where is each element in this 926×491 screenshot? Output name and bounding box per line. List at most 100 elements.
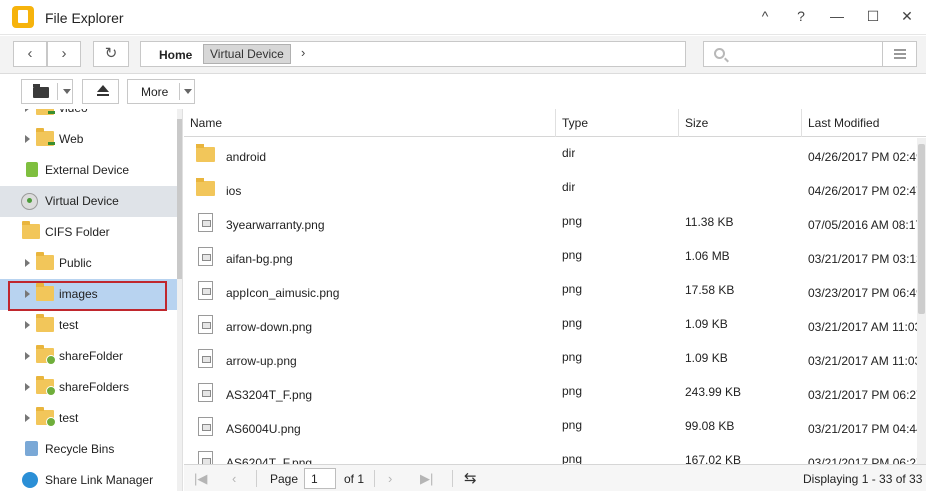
column-header-name[interactable]: Name	[184, 109, 556, 137]
table-row[interactable]: appIcon_aimusic.png png 17.58 KB 03/23/2017…	[184, 274, 926, 308]
column-header-type[interactable]: Type	[556, 109, 679, 137]
eject-button[interactable]	[82, 79, 119, 104]
sidebar-item-sharefolder[interactable]: shareFolder	[0, 341, 182, 372]
expand-arrow-icon[interactable]	[25, 290, 30, 298]
share-icon	[22, 472, 38, 488]
expand-arrow-icon[interactable]	[25, 321, 30, 329]
image-file-icon	[198, 315, 213, 334]
file-grid: Name Type Size Last Modified android dir 0…	[184, 109, 926, 491]
collapse-up-icon[interactable]: ^	[752, 5, 778, 27]
shared-folder-icon	[36, 345, 56, 365]
page-label: Page	[270, 472, 299, 486]
shared-folder-icon	[36, 407, 56, 427]
column-header-size[interactable]: Size	[679, 109, 802, 137]
sidebar-item-label: shareFolder	[59, 349, 124, 363]
folder-link-icon	[36, 128, 55, 146]
file-size-cell: 11.38 KB	[685, 215, 734, 229]
file-name-cell: ios	[226, 184, 242, 198]
more-button[interactable]: More	[127, 79, 195, 104]
chevron-down-icon[interactable]	[184, 89, 192, 94]
image-file-icon	[198, 247, 213, 266]
breadcrumb-next-icon[interactable]: ›	[301, 45, 305, 60]
file-modified-cell: 04/26/2017 PM 02:49	[808, 150, 923, 164]
file-name-cell: arrow-down.png	[226, 320, 313, 334]
image-file-icon	[198, 417, 213, 436]
file-name-cell: arrow-up.png	[226, 354, 297, 368]
breadcrumb-virtual-device[interactable]: Virtual Device	[203, 44, 291, 64]
file-type-cell: png	[562, 384, 583, 398]
sidebar-item-video[interactable]: video	[0, 109, 182, 124]
search-input[interactable]	[703, 41, 917, 67]
chevron-down-icon[interactable]	[63, 89, 71, 94]
page-number-input[interactable]	[304, 468, 336, 489]
file-type-cell: png	[562, 418, 583, 432]
expand-arrow-icon[interactable]	[25, 259, 30, 267]
sidebar-item-recycle-bins[interactable]: Recycle Bins	[0, 434, 182, 465]
refresh-button[interactable]: ↻	[93, 41, 129, 67]
folder-icon	[33, 84, 49, 98]
last-page-icon[interactable]: ▶|	[420, 471, 433, 487]
search-icon	[714, 48, 725, 59]
table-row[interactable]: AS6204T_F.png png 167.02 KB 03/21/2017 PM 0…	[184, 444, 926, 464]
breadcrumb-home[interactable]: Home	[159, 48, 192, 62]
table-row[interactable]: arrow-up.png png 1.09 KB 03/21/2017 AM 11:0…	[184, 342, 926, 376]
new-folder-button[interactable]	[21, 79, 73, 104]
search-options-icon[interactable]	[882, 42, 916, 66]
column-header-last-modified[interactable]: Last Modified	[802, 109, 926, 137]
recycle-bin-icon	[25, 441, 38, 456]
sidebar-item-images[interactable]: images	[0, 279, 182, 310]
file-modified-cell: 04/26/2017 PM 02:47	[808, 184, 923, 198]
expand-arrow-icon[interactable]	[25, 135, 30, 143]
sidebar-item-sharefolders[interactable]: shareFolders	[0, 372, 182, 403]
virtual-disk-icon	[21, 193, 38, 210]
file-size-cell: 1.09 KB	[685, 317, 728, 331]
next-page-icon[interactable]: ›	[388, 471, 392, 486]
table-row[interactable]: aifan-bg.png png 1.06 MB 03/21/2017 PM 03:1…	[184, 240, 926, 274]
file-size-cell: 167.02 KB	[685, 453, 742, 464]
file-modified-cell: 03/21/2017 AM 11:03	[808, 320, 922, 334]
sidebar-item-test[interactable]: test	[0, 310, 182, 341]
grid-scrollbar[interactable]	[917, 138, 926, 464]
file-modified-cell: 03/21/2017 PM 06:27	[808, 388, 923, 402]
folder-icon	[36, 283, 54, 301]
back-button[interactable]: ‹	[13, 41, 47, 67]
pagination-bar: |◀ ‹ Page of 1 › ▶| ⇆ Displaying 1 - 33 …	[184, 464, 926, 491]
help-button[interactable]: ?	[788, 5, 814, 27]
file-name-cell: android	[226, 150, 267, 164]
minimize-button[interactable]: —	[824, 5, 850, 27]
table-row[interactable]: ios dir 04/26/2017 PM 02:47	[184, 172, 926, 206]
expand-arrow-icon[interactable]	[25, 414, 30, 422]
sidebar-scrollbar[interactable]	[177, 109, 182, 491]
table-row[interactable]: arrow-down.png png 1.09 KB 03/21/2017 AM 11…	[184, 308, 926, 342]
eject-icon	[97, 85, 109, 92]
file-name-cell: AS6004U.png	[226, 422, 301, 436]
file-name-cell: appIcon_aimusic.png	[226, 286, 340, 300]
file-type-cell: png	[562, 248, 583, 262]
table-row[interactable]: android dir 04/26/2017 PM 02:49	[184, 138, 926, 172]
previous-page-icon[interactable]: ‹	[232, 471, 236, 486]
sidebar-item-virtual-device[interactable]: Virtual Device	[0, 186, 182, 217]
more-label: More	[141, 85, 169, 99]
file-name-cell: aifan-bg.png	[226, 252, 293, 266]
table-row[interactable]: AS3204T_F.png png 243.99 KB 03/21/2017 PM 0…	[184, 376, 926, 410]
sidebar-item-test-shared[interactable]: test	[0, 403, 182, 434]
sidebar-item-cifs-folder[interactable]: CIFS Folder	[0, 217, 182, 248]
expand-arrow-icon[interactable]	[25, 383, 30, 391]
expand-arrow-icon[interactable]	[25, 352, 30, 360]
sidebar-item-external-device[interactable]: External Device	[0, 155, 182, 186]
first-page-icon[interactable]: |◀	[194, 471, 207, 487]
table-row[interactable]: AS6004U.png png 99.08 KB 03/21/2017 PM 04:4…	[184, 410, 926, 444]
sidebar-item-label: Public	[59, 256, 92, 270]
maximize-button[interactable]: ☐	[860, 5, 886, 27]
file-modified-cell: 07/05/2016 AM 08:17	[808, 218, 923, 232]
sidebar-item-share-link-manager[interactable]: Share Link Manager	[0, 465, 182, 491]
file-size-cell: 243.99 KB	[685, 385, 742, 399]
sidebar-item-web[interactable]: Web	[0, 124, 182, 155]
refresh-icon[interactable]: ⇆	[464, 469, 477, 487]
folder-link-icon	[36, 109, 55, 115]
close-button[interactable]: ✕	[894, 5, 920, 27]
expand-arrow-icon[interactable]	[25, 109, 30, 112]
sidebar-item-public[interactable]: Public	[0, 248, 182, 279]
forward-button[interactable]: ›	[47, 41, 81, 67]
table-row[interactable]: 3yearwarranty.png png 11.38 KB 07/05/2016 A…	[184, 206, 926, 240]
